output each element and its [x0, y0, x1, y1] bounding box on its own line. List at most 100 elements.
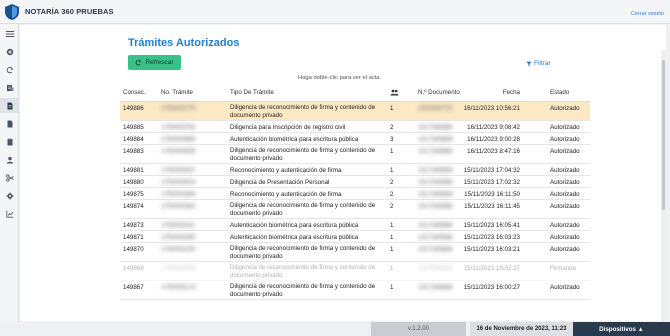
cell-consec: 149886: [123, 105, 144, 112]
table-row[interactable]: 149873 1750003311 Autenticación biométrica…: [120, 219, 590, 231]
document-icon[interactable]: [0, 98, 19, 113]
cell-num-documento: 1017345888: [418, 148, 453, 155]
cell-participants: 2: [390, 124, 394, 131]
cell-participants: 1: [390, 246, 394, 253]
cell-fecha: 15/11/2023 16:03:23: [463, 234, 520, 241]
table-row[interactable]: 149870 1750003230 Diligencia de reconocimi…: [120, 243, 590, 262]
cell-num-tramite: 1750003362: [161, 203, 196, 210]
gear-icon[interactable]: [0, 188, 19, 203]
table-row[interactable]: 149883 1750003635 Diligencia de reconocimi…: [120, 145, 590, 164]
scrollbar[interactable]: [661, 50, 666, 321]
cell-num-tramite: 1750003199: [161, 265, 196, 272]
cell-consec: 149875: [123, 191, 144, 198]
cell-tipo-tramite: Diligencia de Presentación Personal: [230, 179, 330, 186]
table-row[interactable]: 149886 1750003775 Diligencia de reconocimi…: [120, 102, 590, 121]
cell-participants: 1: [390, 105, 394, 112]
cell-participants: 1: [390, 148, 394, 155]
table-row[interactable]: 149880 1750003519 Diligencia de Presentaci…: [120, 176, 590, 188]
cell-estado: Autorizado: [550, 167, 580, 174]
table-row[interactable]: 149874 1750003362 Diligencia de reconocimi…: [120, 200, 590, 219]
table-row[interactable]: 149871 1750003265 Autenticación biométrica…: [120, 231, 590, 243]
double-click-hint: Haga doble-clic para ver el acta.: [298, 75, 382, 81]
cell-fecha: 15/11/2023 16:02:27: [463, 265, 520, 272]
table-row[interactable]: 149875 1750003384 Reconocimiento y autenti…: [120, 188, 590, 200]
header-consec[interactable]: Consec.: [123, 89, 146, 96]
plus-circle-icon[interactable]: [0, 44, 19, 59]
table-row[interactable]: 149868 1750003199 Diligencia de reconocimi…: [120, 262, 590, 281]
sidebar: [0, 24, 19, 336]
cell-num-tramite: 1750003230: [161, 246, 196, 253]
cell-estado: Autorizado: [550, 246, 580, 253]
cell-participants: 3: [390, 136, 394, 143]
cell-tipo-tramite: Diligencia para Inscripción de registro …: [230, 124, 346, 131]
table-header: Consec. No. Trámite Tipo De Trámite N.º …: [120, 84, 590, 102]
scrollbar-thumb[interactable]: [662, 60, 665, 210]
cell-tipo-tramite: Diligencia de reconocimiento de firma y …: [230, 202, 376, 217]
header-num-documento[interactable]: N.º Documento: [418, 89, 460, 96]
refresh-icon[interactable]: [0, 62, 19, 77]
cell-tipo-tramite: Autenticación biométrica para escritura …: [230, 136, 359, 143]
cell-num-documento: 1017345888: [418, 136, 453, 143]
table-row[interactable]: 149884 1750003689 Autenticación biométrica…: [120, 133, 590, 145]
page-title: Trámites Autorizados: [128, 37, 240, 49]
header-tipo-tramite[interactable]: Tipo De Trámite: [230, 89, 274, 96]
cell-participants: 1: [390, 167, 394, 174]
users-icon[interactable]: [390, 89, 399, 96]
cell-tipo-tramite: Reconocimiento y autenticación de firma: [230, 191, 342, 198]
refresh-button-label: Refrescar: [145, 59, 174, 66]
refresh-button[interactable]: Refrescar: [128, 55, 181, 70]
header-num-tramite[interactable]: No. Trámite: [161, 89, 193, 96]
cell-estado: Autorizado: [550, 284, 580, 291]
cell-participants: 1: [390, 222, 394, 229]
cell-participants: 1: [390, 265, 394, 272]
menu-icon[interactable]: [0, 26, 19, 41]
cell-num-tramite: 1750003754: [161, 124, 196, 131]
header-estado[interactable]: Estado: [550, 89, 569, 96]
table-row[interactable]: 149867 1750003174 Diligencia de reconocimi…: [120, 281, 590, 300]
clipboard-icon[interactable]: [0, 134, 19, 149]
cell-tipo-tramite: Autenticación biométrica para escritura …: [230, 234, 359, 241]
current-datetime: 16 de Noviembre de 2023, 11:23: [470, 322, 573, 336]
cell-fecha: 15/11/2023 16:11:45: [464, 203, 520, 210]
cell-consec: 149884: [123, 136, 144, 143]
cell-num-documento: 1017345888: [418, 191, 453, 198]
cell-num-documento: 1017345888: [418, 246, 453, 253]
cell-estado: Autorizado: [550, 203, 580, 210]
document-list-icon[interactable]: [0, 80, 19, 95]
cell-consec: 149881: [123, 167, 144, 174]
cell-tipo-tramite: Reconocimiento y autenticación de firma: [230, 167, 342, 174]
filter-button[interactable]: Filtrar: [526, 60, 551, 67]
table-row[interactable]: 149885 1750003754 Diligencia para Inscripc…: [120, 121, 590, 133]
cell-tipo-tramite: Diligencia de reconocimiento de firma y …: [230, 283, 376, 298]
devices-button[interactable]: Dispositivos ▲: [573, 322, 670, 336]
cell-num-tramite: 1750003174: [161, 284, 196, 291]
header-fecha[interactable]: Fecha: [503, 89, 520, 96]
cell-participants: 2: [390, 179, 394, 186]
status-bar: v.1.2.00 16 de Noviembre de 2023, 11:23 …: [0, 322, 670, 336]
cell-tipo-tramite: Diligencia de reconocimiento de firma y …: [230, 147, 376, 162]
cell-tipo-tramite: Autenticación biométrica para escritura …: [230, 222, 359, 229]
cell-estado: Autorizado: [550, 191, 580, 198]
cell-estado: Autorizado: [550, 179, 580, 186]
file-icon[interactable]: [0, 116, 19, 131]
cell-fecha: 15/11/2023 17:04:32: [463, 167, 520, 174]
cell-num-documento: 1017345888: [418, 284, 453, 291]
logout-link[interactable]: Cerrar sesión: [631, 11, 664, 17]
scissors-icon[interactable]: [0, 170, 19, 185]
main-panel: Trámites Autorizados Refrescar Filtrar H…: [20, 25, 666, 321]
cell-consec: 149867: [123, 284, 144, 291]
cell-estado: Autorizado: [550, 124, 580, 131]
cell-estado: Autorizado: [550, 222, 580, 229]
cell-fecha: 16/11/2023 10:56:21: [463, 105, 520, 112]
cell-num-tramite: 1750003311: [161, 222, 195, 229]
cell-num-tramite: 1750003265: [161, 234, 196, 241]
cell-tipo-tramite: Diligencia de reconocimiento de firma y …: [230, 245, 376, 260]
cell-participants: 1: [390, 284, 394, 291]
table-row[interactable]: 149881 1750003547 Reconocimiento y autenti…: [120, 164, 590, 176]
cell-num-documento: 1017345888: [418, 203, 453, 210]
cell-participants: 1: [390, 234, 394, 241]
cell-num-documento: 1017345888: [418, 124, 453, 131]
cell-participants: 2: [390, 203, 394, 210]
user-icon[interactable]: [0, 152, 19, 167]
chart-icon[interactable]: [0, 206, 19, 221]
